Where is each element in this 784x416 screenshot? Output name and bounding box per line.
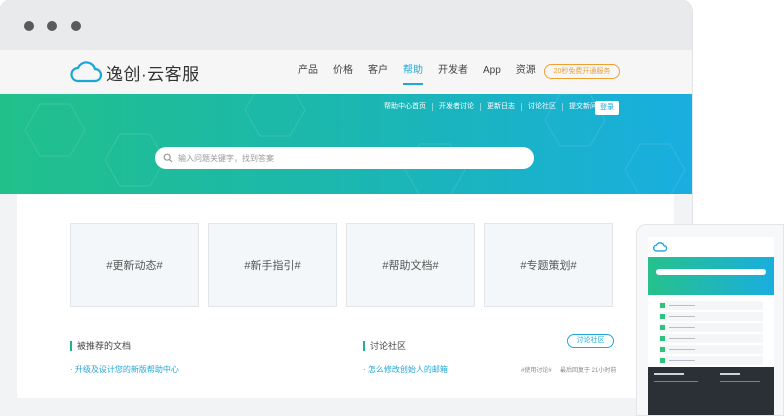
help-hero: 帮助中心首页 开发者讨论 更新日志 讨论社区 提交新问题 登录 — [0, 94, 692, 194]
main-nav: 产品 价格 客户 帮助 开发者 App 资源 — [298, 64, 551, 85]
login-button[interactable]: 登录 — [595, 101, 619, 115]
tablet-list-item — [659, 345, 763, 354]
forum-topic-time: 最后回复于 21小时前 — [560, 368, 617, 374]
browser-window: 逸创·云客服 产品 价格 客户 帮助 开发者 App 资源 20秒免费开通服务 … — [0, 0, 692, 416]
window-close-dot[interactable] — [24, 21, 34, 31]
tablet-list-item — [659, 356, 763, 365]
free-trial-button[interactable]: 20秒免费开通服务 — [544, 64, 620, 79]
recommended-doc-link[interactable]: · 升级及设计您的新版帮助中心 — [70, 364, 179, 375]
nav-item-customers[interactable]: 客户 — [368, 64, 388, 78]
tablet-list-item — [659, 323, 763, 332]
search-input[interactable] — [178, 153, 508, 163]
subnav-item-dev-discussion[interactable]: 开发者讨论 — [432, 103, 480, 111]
card-help-docs[interactable]: #帮助文档# — [346, 223, 475, 307]
nav-item-help[interactable]: 帮助 — [403, 64, 423, 85]
help-subnav: 帮助中心首页 开发者讨论 更新日志 讨论社区 提交新问题 — [378, 103, 610, 111]
nav-item-products[interactable]: 产品 — [298, 64, 318, 78]
tablet-list-item — [659, 334, 763, 343]
forum-topic-link[interactable]: · 怎么修改创始人的邮箱 — [363, 364, 448, 375]
nav-item-pricing[interactable]: 价格 — [333, 64, 353, 78]
tablet-list-item — [659, 312, 763, 321]
subnav-item-changelog[interactable]: 更新日志 — [480, 103, 521, 111]
tablet-screen — [648, 237, 774, 415]
browser-titlebar — [0, 0, 692, 50]
tablet-footer-line — [720, 373, 740, 375]
tablet-header — [648, 237, 774, 257]
subnav-item-home[interactable]: 帮助中心首页 — [378, 103, 432, 111]
search-icon — [163, 153, 173, 163]
tablet-footer-line — [720, 381, 760, 382]
cloud-icon — [70, 61, 102, 83]
tablet-footer-line — [654, 373, 684, 375]
tablet-list-item — [659, 301, 763, 310]
nav-item-resources[interactable]: 资源 — [516, 64, 536, 78]
brand-logo[interactable]: 逸创·云客服 — [70, 58, 200, 86]
recommended-doc-title: 升级及设计您的新版帮助中心 — [74, 365, 179, 374]
nav-item-app[interactable]: App — [483, 64, 501, 78]
search-box — [155, 147, 534, 169]
forum-title: 讨论社区 — [363, 341, 406, 351]
brand-name: 逸创·云客服 — [106, 64, 200, 84]
card-updates[interactable]: #更新动态# — [70, 223, 199, 307]
tablet-footer-panel — [648, 367, 774, 415]
card-special-topics[interactable]: #专题策划# — [484, 223, 613, 307]
cloud-icon — [653, 242, 667, 252]
tablet-footer-line — [654, 381, 698, 382]
window-minimize-dot[interactable] — [47, 21, 57, 31]
tablet-hero — [648, 257, 774, 295]
help-content: #更新动态# #新手指引# #帮助文档# #专题策划# 被推荐的文档 · 升级及… — [17, 194, 674, 398]
forum-topic-tag[interactable]: #使用讨论# — [521, 365, 552, 374]
tablet-mockup — [636, 224, 784, 416]
tablet-search-box — [656, 269, 766, 275]
forum-button[interactable]: 讨论社区 — [567, 334, 614, 348]
forum-topic-title: 怎么修改创始人的邮箱 — [367, 365, 448, 374]
window-maximize-dot[interactable] — [71, 21, 81, 31]
subnav-item-community[interactable]: 讨论社区 — [521, 103, 562, 111]
tablet-doc-list — [648, 295, 774, 365]
card-getting-started[interactable]: #新手指引# — [208, 223, 337, 307]
site-header: 逸创·云客服 产品 价格 客户 帮助 开发者 App 资源 20秒免费开通服务 — [0, 50, 692, 94]
nav-item-developers[interactable]: 开发者 — [438, 64, 468, 78]
recommended-docs-title: 被推荐的文档 — [70, 341, 131, 351]
